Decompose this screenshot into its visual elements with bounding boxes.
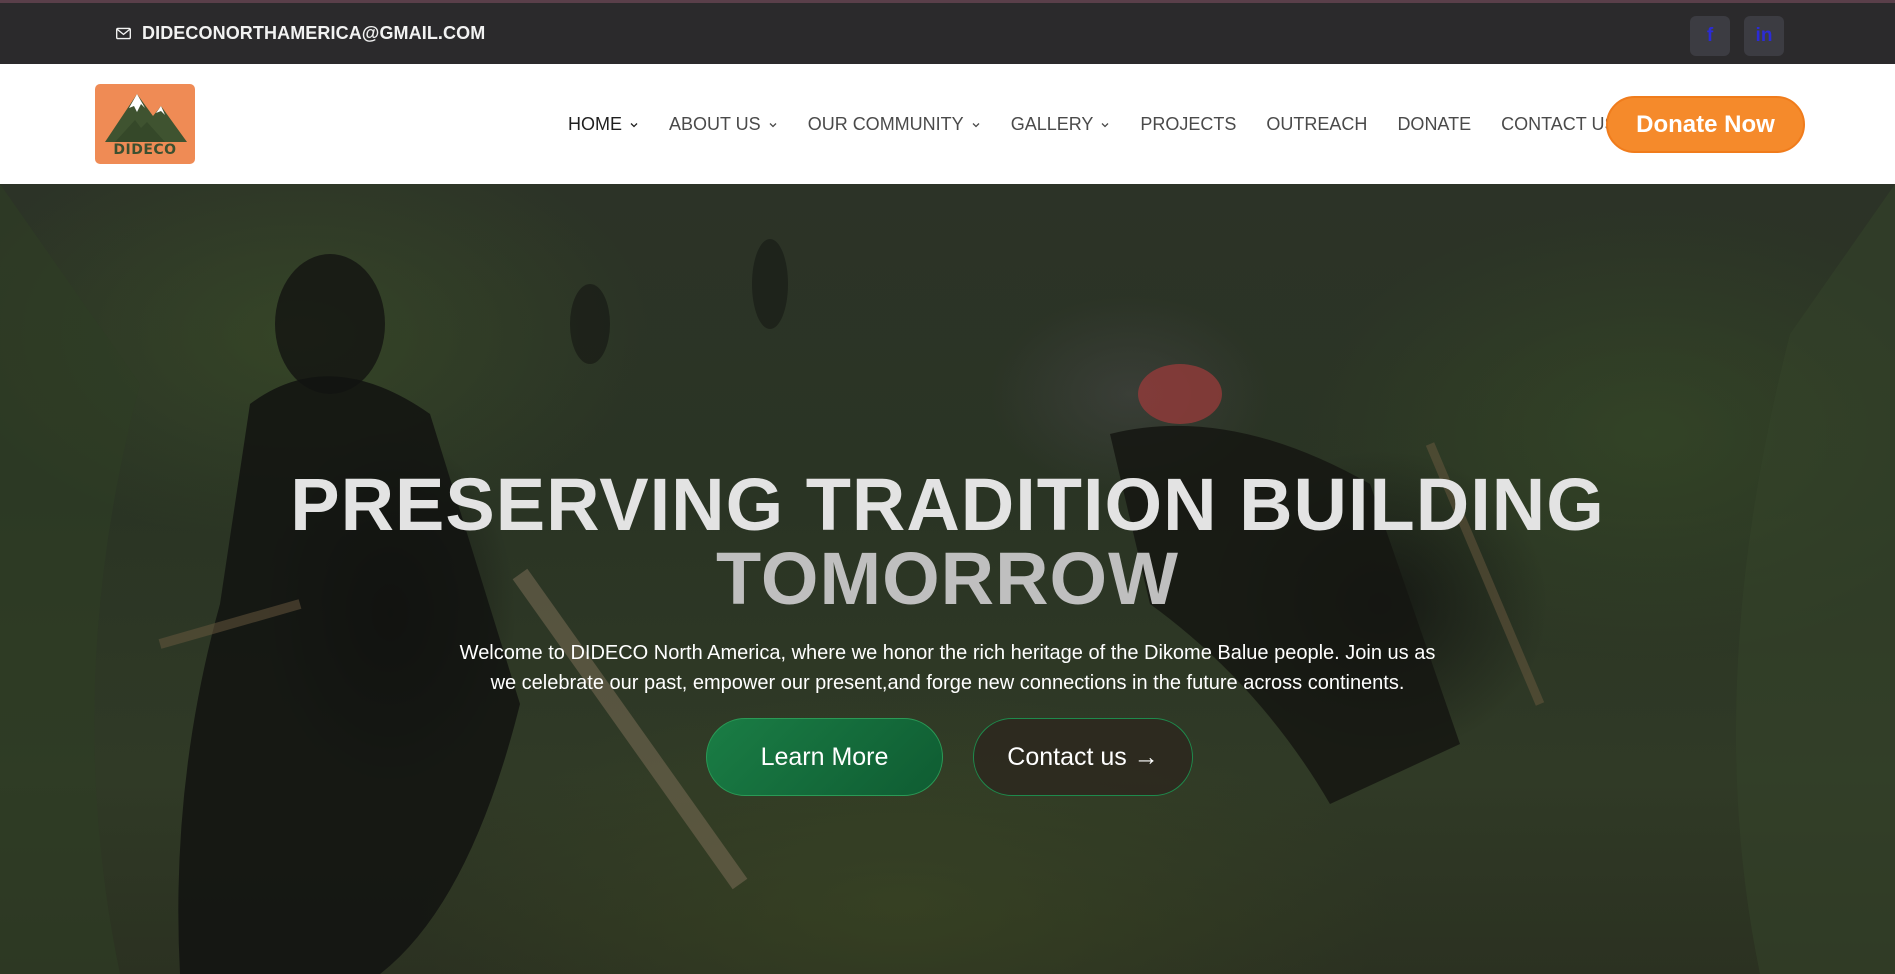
linkedin-icon: in: [1755, 25, 1773, 46]
nav-donate[interactable]: DONATE: [1397, 114, 1471, 135]
top-email-text: DIDECONORTHAMERICA@GMAIL.COM: [142, 23, 486, 43]
donate-now-button[interactable]: Donate Now: [1606, 96, 1805, 153]
site-header: DIDECO HOME ABOUT US OUR COMMUNITY GALLE…: [0, 64, 1895, 184]
chevron-down-icon: [769, 122, 777, 127]
nav-gallery-label: GALLERY: [1010, 114, 1094, 134]
nav-about-us[interactable]: ABOUT US: [669, 114, 778, 135]
facebook-icon: f: [1706, 25, 1714, 46]
nav-contact-us-label: CONTACT US: [1501, 114, 1617, 134]
hero-section: PRESERVING TRADITION BUILDING TOMORROW W…: [0, 184, 1895, 974]
hero-title-line1: PRESERVING TRADITION BUILDING: [290, 463, 1605, 546]
mail-icon: [116, 27, 131, 40]
hero-subtitle: Welcome to DIDECO North America, where w…: [425, 638, 1470, 698]
learn-more-button[interactable]: Learn More: [706, 718, 943, 796]
nav-home-label: HOME: [568, 114, 622, 134]
nav-home[interactable]: HOME: [568, 114, 639, 135]
nav-donate-label: DONATE: [1397, 114, 1472, 134]
nav-outreach[interactable]: OUTREACH: [1266, 114, 1367, 135]
top-email-link[interactable]: DIDECONORTHAMERICA@GMAIL.COM: [115, 23, 485, 44]
facebook-link[interactable]: f: [1690, 16, 1730, 56]
contact-us-button[interactable]: Contact us →: [973, 718, 1193, 796]
nav-gallery[interactable]: GALLERY: [1011, 114, 1111, 135]
linkedin-link[interactable]: in: [1744, 16, 1784, 56]
chevron-down-icon: [630, 122, 638, 127]
nav-outreach-label: OUTREACH: [1266, 114, 1368, 134]
top-bar: DIDECONORTHAMERICA@GMAIL.COM f in: [0, 0, 1895, 64]
main-nav: HOME ABOUT US OUR COMMUNITY GALLERY PROJ…: [568, 114, 1646, 135]
nav-projects-label: PROJECTS: [1140, 114, 1237, 134]
hero-title: PRESERVING TRADITION BUILDING TOMORROW: [0, 468, 1895, 616]
hero-subtitle-line2: we celebrate our past, empower our prese…: [490, 672, 1405, 694]
nav-our-community[interactable]: OUR COMMUNITY: [808, 114, 981, 135]
nav-about-us-label: ABOUT US: [669, 114, 761, 134]
logo-text: DIDECO: [113, 142, 177, 158]
nav-our-community-label: OUR COMMUNITY: [807, 114, 964, 134]
site-logo[interactable]: DIDECO: [95, 84, 195, 164]
hero-title-line2: TOMORROW: [716, 537, 1179, 620]
nav-projects[interactable]: PROJECTS: [1140, 114, 1236, 135]
chevron-down-icon: [972, 122, 980, 127]
nav-contact-us[interactable]: CONTACT US: [1501, 114, 1616, 135]
hero-subtitle-line1: Welcome to DIDECO North America, where w…: [459, 642, 1436, 664]
chevron-down-icon: [1101, 122, 1109, 127]
